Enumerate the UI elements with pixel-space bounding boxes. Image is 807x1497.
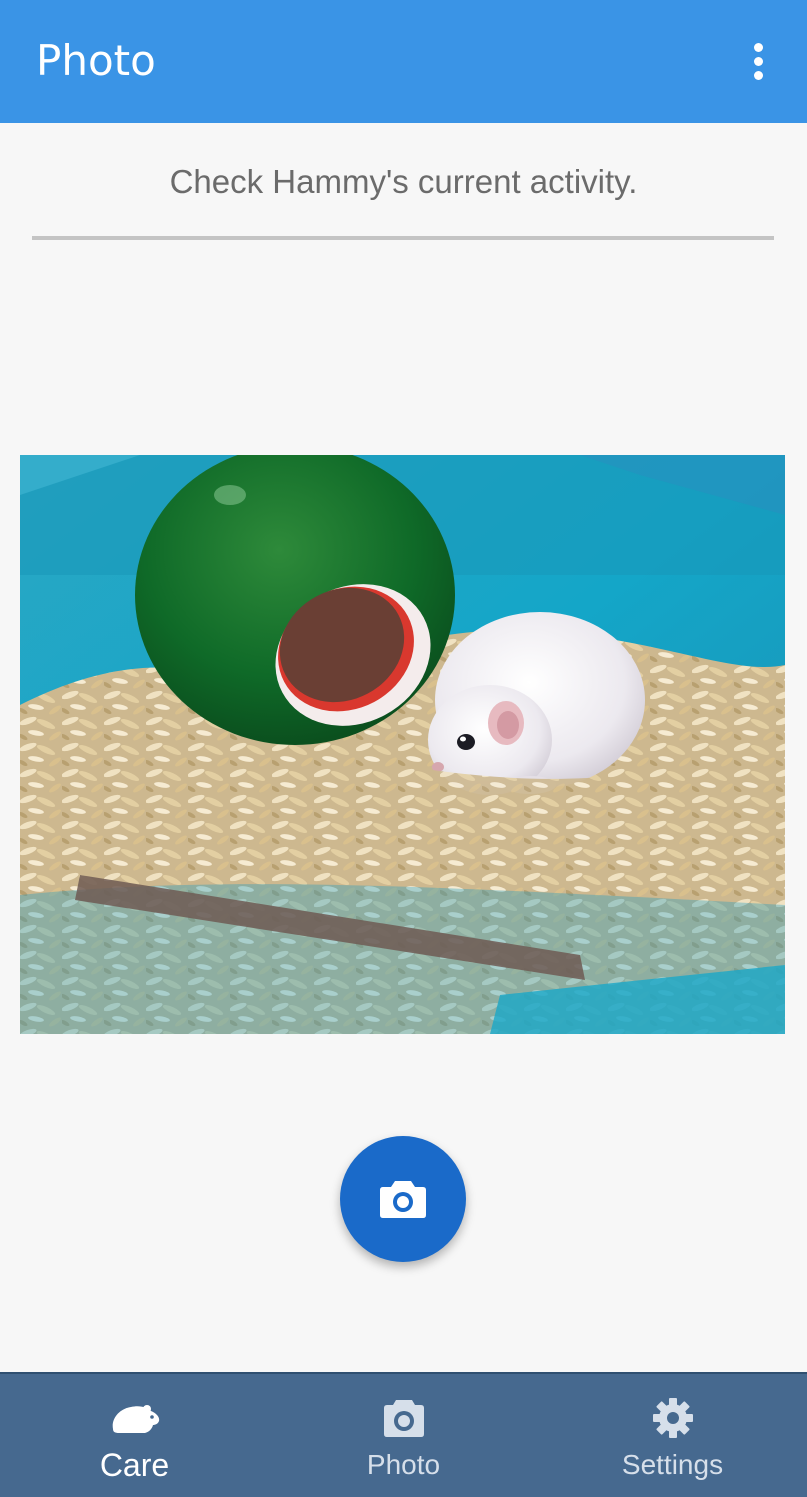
camera-icon — [380, 1181, 426, 1218]
nav-label-settings: Settings — [621, 1449, 724, 1480]
more-options-button[interactable] — [736, 36, 780, 86]
app-bar: Photo — [0, 0, 807, 123]
hamster-icon — [112, 1405, 159, 1433]
more-vert-icon — [753, 42, 763, 52]
nav-label-care: Care — [99, 1447, 170, 1483]
hamster-photo — [20, 455, 785, 1034]
camera-icon — [383, 1400, 424, 1437]
page-title: Photo — [36, 36, 156, 85]
activity-subtitle: Check Hammy's current activity. — [169, 163, 638, 200]
nav-label-photo: Photo — [366, 1449, 441, 1480]
bottom-navigation: Care Photo Settings — [0, 1372, 807, 1497]
divider — [32, 236, 774, 240]
hamster-photo-image — [20, 455, 785, 1034]
nav-item-care[interactable]: Care — [0, 1374, 269, 1497]
gear-icon — [652, 1398, 693, 1438]
nav-item-photo[interactable]: Photo — [269, 1374, 538, 1497]
capture-photo-button[interactable] — [340, 1136, 466, 1262]
nav-item-settings[interactable]: Settings — [538, 1374, 807, 1497]
